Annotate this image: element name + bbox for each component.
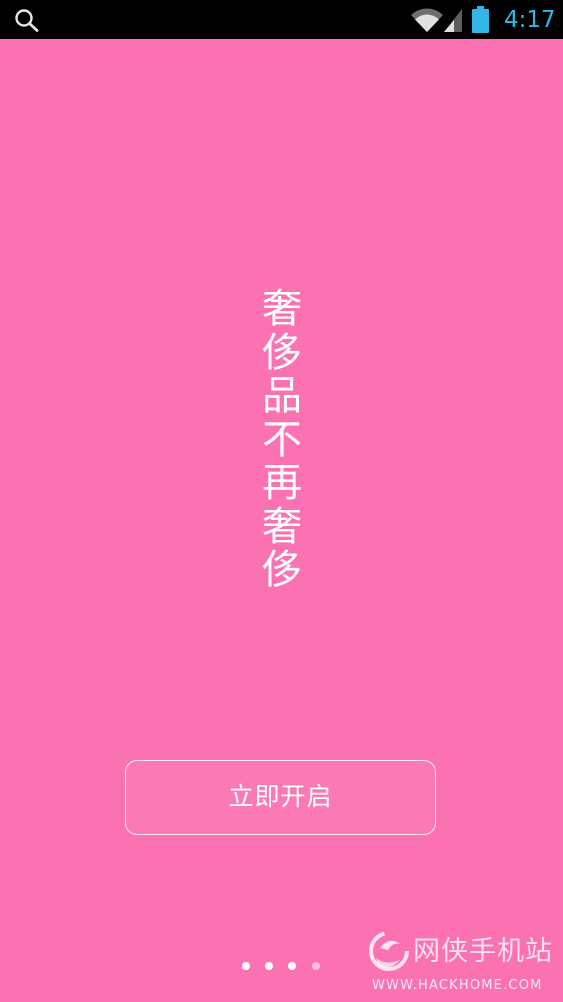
pager-indicator [240,962,330,972]
battery-icon [472,6,489,33]
search-icon[interactable] [14,8,40,32]
status-bar: 4:17 [0,0,563,39]
pager-dot-4[interactable] [312,962,320,970]
pager-dot-2[interactable] [265,962,273,970]
wifi-icon [411,8,443,32]
watermark-url: WWW.HACKHOME.COM [372,978,543,993]
pager-dot-3[interactable] [288,962,296,970]
watermark-title: 网侠手机站 [413,936,553,967]
splash-slogan: 奢侈品不再奢侈 [262,286,302,593]
pager-dot-1[interactable] [242,962,250,970]
status-time: 4:17 [504,7,556,33]
watermark-logo-icon [369,931,409,971]
start-now-button[interactable]: 立即开启 [125,760,436,835]
signal-icon [444,9,462,32]
